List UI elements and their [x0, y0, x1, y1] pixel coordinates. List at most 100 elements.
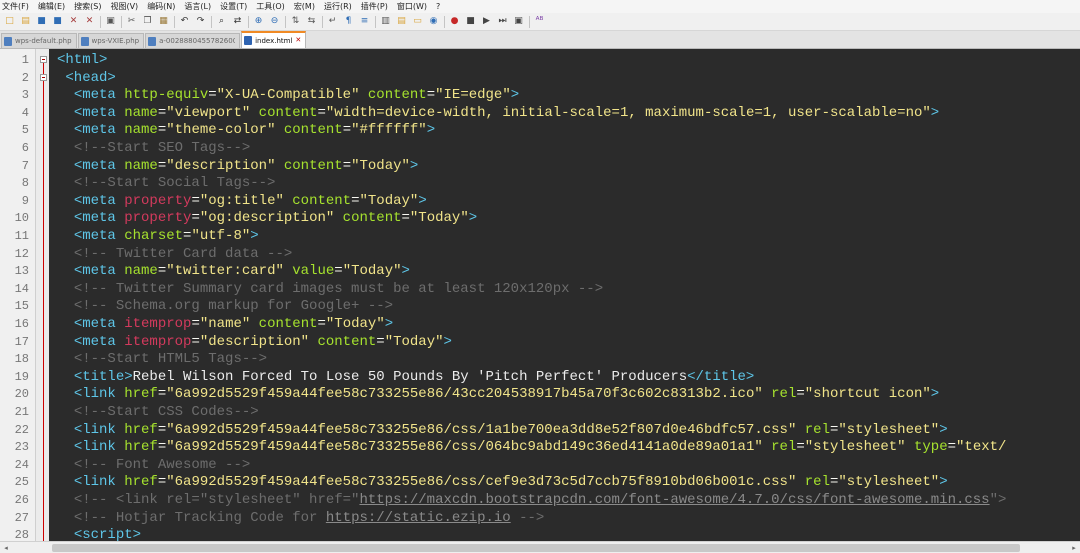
doc-map-icon[interactable]: ▥	[379, 15, 392, 28]
menu-bar: 文件(F) 编辑(E) 搜索(S) 视图(V) 编码(N) 语言(L) 设置(T) 工具(O)…	[0, 0, 1080, 13]
replace-icon[interactable]: ⇄	[231, 15, 244, 28]
code-token: <meta	[73, 122, 116, 139]
code-line[interactable]: <head>	[57, 69, 115, 87]
code-line[interactable]: <!--Start Social Tags-->	[57, 174, 276, 192]
code-line[interactable]: <title>Rebel Wilson Forced To Lose 50 Po…	[57, 368, 755, 386]
sync-vertical-icon[interactable]: ⇅	[289, 15, 302, 28]
code-line[interactable]: <!-- Hotjar Tracking Code for https://st…	[57, 509, 545, 527]
playback-macro-icon[interactable]: ▶	[480, 15, 493, 28]
menu-item[interactable]: 搜索(S)	[74, 0, 101, 13]
scroll-right-icon[interactable]: ▸	[1070, 544, 1078, 552]
save-all-icon[interactable]: ■	[51, 15, 64, 28]
folder-workspace-icon[interactable]: ▭	[411, 15, 424, 28]
open-folder-icon[interactable]: ▤	[19, 15, 32, 28]
code-line[interactable]: <meta name="description" content="Today"…	[57, 157, 419, 175]
menu-item[interactable]: 窗口(W)	[397, 0, 427, 13]
indent-guide-icon[interactable]: ≡	[358, 15, 371, 28]
tab-bar: wps-default.php wps-VXIE.php a-00288804557…	[0, 31, 1080, 49]
find-icon[interactable]: ⌕	[215, 15, 228, 28]
code-line[interactable]: <meta property="og:description" content=…	[57, 209, 477, 227]
code-area[interactable]: <html> <head> <meta http-equiv="X-UA-Com…	[49, 49, 1080, 541]
toolbar-separator	[375, 15, 376, 28]
zoom-out-icon[interactable]: ⊖	[268, 15, 281, 28]
menu-item[interactable]: 编码(N)	[147, 0, 175, 13]
tab-close-icon[interactable]: ✕	[295, 37, 301, 44]
save-macro-icon[interactable]: ▣	[512, 15, 525, 28]
menu-item[interactable]: 编辑(E)	[38, 0, 65, 13]
stop-record-icon[interactable]: ■	[464, 15, 477, 28]
code-line[interactable]: <link href="6a992d5529f459a44fee58c73325…	[57, 438, 1007, 456]
code-token: =	[342, 122, 352, 139]
code-line[interactable]: <meta charset="utf-8">	[57, 227, 259, 245]
monitor-icon[interactable]: ◉	[427, 15, 440, 28]
code-editor[interactable]: 1 2 3 4 5 6 7 8 9 10 11 12 13 14 15 16 17 18 19 20 21 22 23 24 2…	[0, 49, 1080, 541]
function-list-icon[interactable]: ▤	[395, 15, 408, 28]
code-line[interactable]: <link href="6a992d5529f459a44fee58c73325…	[57, 473, 948, 491]
menu-item[interactable]: 文件(F)	[2, 0, 29, 13]
menu-item[interactable]: 设置(T)	[220, 0, 247, 13]
print-icon[interactable]: ▣	[104, 15, 117, 28]
cut-icon[interactable]: ✂	[125, 15, 138, 28]
menu-item[interactable]: 宏(M)	[294, 0, 315, 13]
close-all-icon[interactable]: ✕	[83, 15, 96, 28]
new-file-icon[interactable]: □	[3, 15, 16, 28]
scroll-left-icon[interactable]: ◂	[2, 544, 10, 552]
scrollbar-thumb[interactable]	[52, 544, 1020, 552]
redo-icon[interactable]: ↷	[194, 15, 207, 28]
copy-icon[interactable]: ❐	[141, 15, 154, 28]
code-line[interactable]: <!-- Schema.org markup for Google+ -->	[57, 297, 393, 315]
show-all-chars-icon[interactable]: ¶	[342, 15, 355, 28]
code-line[interactable]: <!-- Twitter Summary card images must be…	[57, 280, 603, 298]
code-token: ">	[989, 492, 1007, 508]
run-macro-multiple-icon[interactable]: ⏭	[496, 15, 509, 28]
zoom-in-icon[interactable]: ⊕	[252, 15, 265, 28]
file-tab-label: index.html	[255, 36, 293, 45]
code-token: =	[157, 439, 167, 456]
code-line[interactable]: <meta name="twitter:card" value="Today">	[57, 262, 410, 280]
file-tab[interactable]: index.html ✕	[241, 31, 307, 48]
code-line[interactable]: <meta itemprop="description" content="To…	[57, 333, 452, 351]
code-line[interactable]: <!-- <link rel="stylesheet" href="https:…	[57, 491, 1007, 509]
file-tab[interactable]: a-00288804557826008486cefb2dbd44-v-woe.h…	[145, 33, 241, 48]
line-number: 18	[14, 352, 29, 367]
horizontal-scrollbar[interactable]: ◂ ▸	[0, 541, 1080, 553]
close-icon[interactable]: ✕	[67, 15, 80, 28]
paste-icon[interactable]: ▦	[157, 15, 170, 28]
code-line[interactable]: <script>	[57, 526, 141, 541]
menu-item[interactable]: 视图(V)	[110, 0, 138, 13]
menu-item[interactable]: ?	[436, 0, 440, 13]
menu-item[interactable]: 插件(P)	[361, 0, 388, 13]
file-save-state-icon	[80, 36, 89, 46]
code-line[interactable]: <!--Start CSS Codes-->	[57, 403, 259, 421]
code-line[interactable]: <link href="6a992d5529f459a44fee58c73325…	[57, 421, 948, 439]
code-line[interactable]: <html>	[57, 51, 107, 69]
code-line[interactable]: <link href="6a992d5529f459a44fee58c73325…	[57, 385, 939, 403]
fold-toggle-icon[interactable]	[40, 56, 47, 63]
menu-item[interactable]: 工具(O)	[256, 0, 285, 13]
menu-item[interactable]: 运行(R)	[324, 0, 352, 13]
record-macro-icon[interactable]: ●	[448, 15, 461, 28]
spellcheck-icon[interactable]: ᴬᴮ	[533, 15, 546, 28]
code-line[interactable]: <meta name="theme-color" content="#fffff…	[57, 121, 435, 139]
fold-toggle-icon[interactable]	[40, 73, 47, 81]
code-line[interactable]: <meta name="viewport" content="width=dev…	[57, 104, 939, 122]
code-line[interactable]: <!--Start HTML5 Tags-->	[57, 350, 267, 368]
code-token: >	[250, 228, 259, 244]
code-line[interactable]: <meta property="og:title" content="Today…	[57, 192, 427, 210]
file-tab[interactable]: wps-default.php	[1, 33, 77, 48]
word-wrap-icon[interactable]: ↵	[326, 15, 339, 28]
code-line[interactable]: <meta itemprop="name" content="Today">	[57, 315, 393, 333]
code-line[interactable]: <!-- Font Awesome -->	[57, 456, 250, 474]
code-line[interactable]: <meta http-equiv="X-UA-Compatible" conte…	[57, 86, 519, 104]
save-icon[interactable]: ■	[35, 15, 48, 28]
menu-item[interactable]: 语言(L)	[184, 0, 211, 13]
file-tab[interactable]: wps-VXIE.php	[77, 33, 145, 48]
undo-icon[interactable]: ↶	[178, 15, 191, 28]
code-line[interactable]: <!-- Twitter Card data -->	[57, 245, 292, 263]
code-line[interactable]: <!--Start SEO Tags-->	[57, 139, 250, 157]
code-token: >	[401, 263, 410, 280]
sync-horizontal-icon[interactable]: ⇆	[305, 15, 318, 28]
